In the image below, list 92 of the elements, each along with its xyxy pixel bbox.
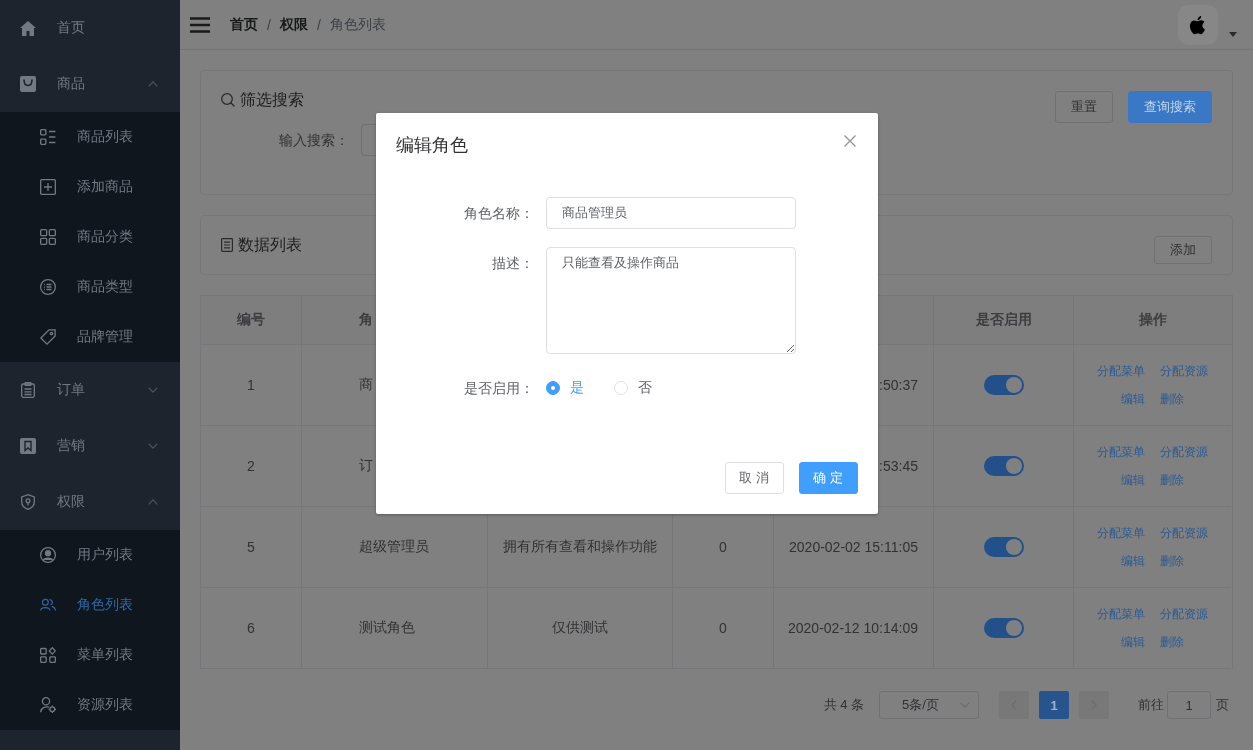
filter-button[interactable]: 重置 xyxy=(1055,91,1113,123)
menu-icon[interactable] xyxy=(190,16,210,33)
action-link[interactable]: 分配资源 xyxy=(1160,525,1208,541)
submenu-title[interactable]: 订单 xyxy=(0,362,180,418)
close-icon[interactable] xyxy=(843,135,856,147)
user-gear-icon xyxy=(40,697,56,713)
list-icon xyxy=(40,129,56,145)
breadcrumb-separator: / xyxy=(316,16,321,33)
dialog-button[interactable]: 取 消 xyxy=(724,462,784,494)
bookmark-icon xyxy=(20,438,36,454)
table-cell: 测试角色 xyxy=(301,588,487,669)
table-cell: 2020-02-12 10:14:09 xyxy=(773,588,933,669)
table-cell: 6 xyxy=(200,588,301,669)
menu-item[interactable]: 商品类型 xyxy=(0,262,180,312)
table-cell: 1 xyxy=(200,345,301,426)
breadcrumb-separator: / xyxy=(267,16,271,33)
action-link[interactable]: 删除 xyxy=(1160,553,1184,569)
action-link[interactable]: 编辑 xyxy=(1121,472,1145,488)
menu-item[interactable]: 商品列表 xyxy=(0,112,180,162)
plus-square-icon xyxy=(40,179,56,195)
clipboard-icon xyxy=(21,382,35,398)
action-link[interactable]: 分配菜单 xyxy=(1097,606,1145,622)
menu-item[interactable]: 商品分类 xyxy=(0,212,180,262)
menu-item[interactable]: 角色列表 xyxy=(0,580,180,630)
action-link[interactable]: 分配资源 xyxy=(1160,444,1208,460)
users-icon xyxy=(40,598,56,612)
field-label: 描述： xyxy=(491,255,534,271)
action-link[interactable]: 分配资源 xyxy=(1160,363,1208,379)
page-input[interactable]: 1 xyxy=(1167,691,1211,719)
caret-down-icon[interactable] xyxy=(1229,32,1237,37)
grid-icon xyxy=(40,229,56,245)
menu-item[interactable]: 添加商品 xyxy=(0,162,180,212)
card-title: 数据列表 xyxy=(238,236,302,254)
tag-icon xyxy=(40,329,56,345)
search-label: 输入搜索： xyxy=(279,132,349,148)
action-link[interactable]: 分配菜单 xyxy=(1097,525,1145,541)
radio-label[interactable]: 是 xyxy=(559,379,584,397)
menu-item[interactable]: 首页 xyxy=(0,0,180,56)
action-link[interactable]: 删除 xyxy=(1160,391,1184,407)
goto-label: 前往 xyxy=(1138,696,1164,714)
action-link[interactable]: 编辑 xyxy=(1121,553,1145,569)
action-link[interactable]: 编辑 xyxy=(1121,634,1145,650)
action-link[interactable]: 分配资源 xyxy=(1160,606,1208,622)
card-title: 筛选搜索 xyxy=(240,91,304,109)
breadcrumb-current: 角色列表 xyxy=(329,15,386,34)
column-header: 操作 xyxy=(1073,296,1231,344)
column-header: 是否启用 xyxy=(933,296,1073,344)
dialog-title: 编辑角色 xyxy=(395,135,468,155)
radio-label[interactable]: 否 xyxy=(627,379,652,397)
page-suffix: 页 xyxy=(1216,696,1229,714)
field-label: 角色名称： xyxy=(463,205,534,221)
page-size-select[interactable]: 5条/页 xyxy=(879,691,979,719)
breadcrumb-link[interactable]: 权限 xyxy=(279,15,308,34)
radio-button[interactable] xyxy=(545,381,560,395)
action-link[interactable]: 分配菜单 xyxy=(1097,363,1145,379)
table-cell: 5 xyxy=(200,507,301,588)
add-button[interactable]: 添加 xyxy=(1154,236,1212,264)
menu-item[interactable]: 资源列表 xyxy=(0,680,180,730)
submenu-title[interactable]: 权限 xyxy=(0,474,180,530)
menu-item[interactable]: 菜单列表 xyxy=(0,630,180,680)
circle-list-icon xyxy=(40,279,56,295)
submenu-title[interactable]: 商品 xyxy=(0,56,180,112)
table-cell: 0 xyxy=(672,588,773,669)
total-count: 共 4 条 xyxy=(823,696,864,714)
breadcrumb-link[interactable]: 首页 xyxy=(230,15,258,34)
submenu-title[interactable]: 营销 xyxy=(0,418,180,474)
page-button[interactable]: 1 xyxy=(1039,691,1069,719)
user-circle-icon xyxy=(40,547,56,563)
shield-icon xyxy=(21,494,35,510)
column-header: 编号 xyxy=(200,296,301,344)
apple-avatar-icon[interactable] xyxy=(1178,4,1218,45)
textarea-field[interactable]: 只能查看及操作商品 xyxy=(545,247,796,354)
menu-item[interactable]: 用户列表 xyxy=(0,530,180,580)
toggle-switch[interactable] xyxy=(983,456,1024,476)
table-cell: 2 xyxy=(200,426,301,507)
table-cell: 仅供测试 xyxy=(487,588,672,669)
action-link[interactable]: 删除 xyxy=(1160,634,1184,650)
toggle-switch[interactable] xyxy=(983,618,1024,638)
toggle-switch[interactable] xyxy=(983,375,1024,395)
input-field[interactable]: 商品管理员 xyxy=(545,197,796,229)
action-link[interactable]: 删除 xyxy=(1160,472,1184,488)
action-link[interactable]: 编辑 xyxy=(1121,391,1145,407)
search-icon xyxy=(221,93,235,107)
menu-item[interactable]: 品牌管理 xyxy=(0,312,180,362)
filter-button[interactable]: 查询搜索 xyxy=(1128,91,1212,123)
shopping-bag-icon xyxy=(20,76,36,92)
document-list-icon xyxy=(221,238,233,252)
action-link[interactable]: 分配菜单 xyxy=(1097,444,1145,460)
home-icon xyxy=(20,20,36,36)
toggle-switch[interactable] xyxy=(983,537,1024,557)
grid-diamond-icon xyxy=(40,647,56,663)
dialog-button[interactable]: 确 定 xyxy=(798,462,858,494)
